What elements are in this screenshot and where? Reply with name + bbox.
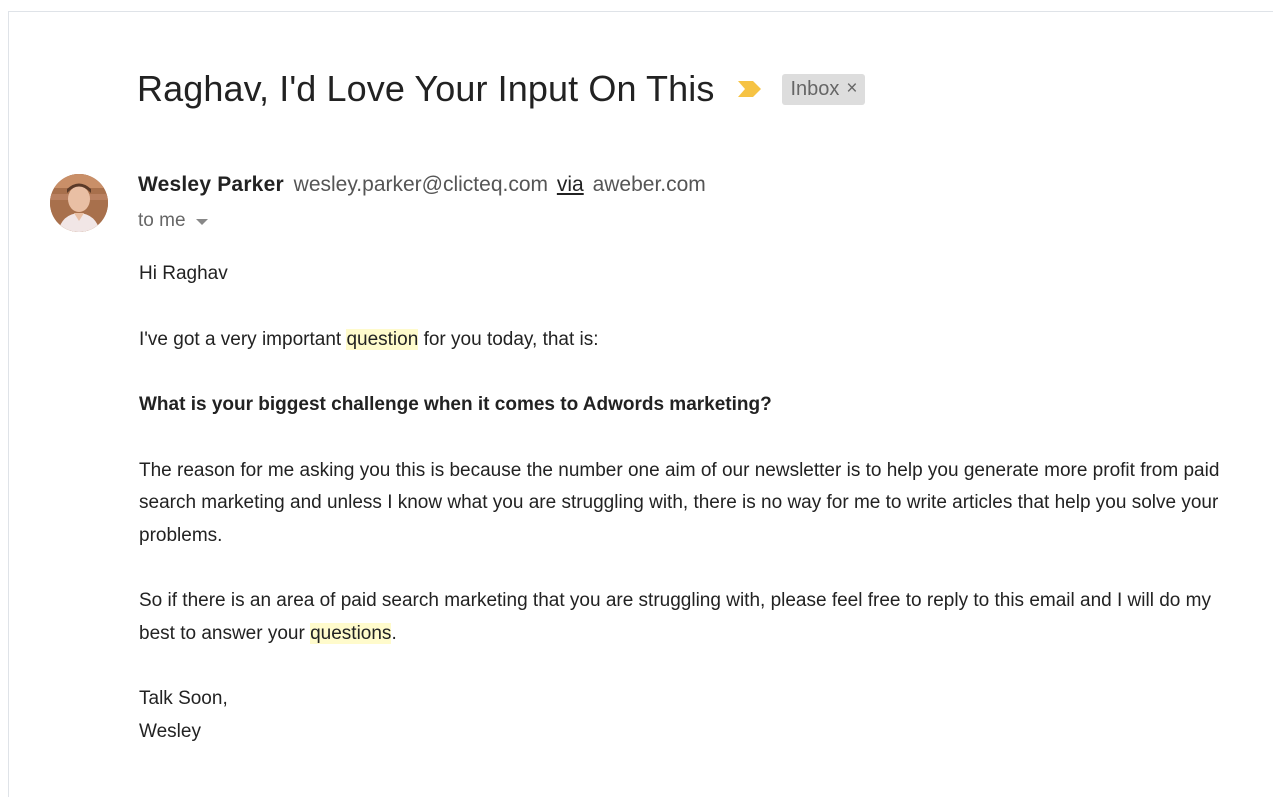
remove-label-icon[interactable]: ×: [846, 77, 857, 101]
email-subject: Raghav, I'd Love Your Input On This: [137, 68, 715, 109]
p1-text-after: for you today, that is:: [418, 328, 599, 350]
importance-marker-icon[interactable]: [736, 78, 764, 100]
email-body: Hi Raghav I've got a very important ques…: [139, 258, 1249, 781]
body-paragraph-1: I've got a very important question for y…: [139, 324, 1249, 357]
recipient-label: to me: [138, 210, 186, 231]
body-paragraph-4: So if there is an area of paid search ma…: [139, 585, 1249, 650]
via-link[interactable]: via: [557, 173, 584, 196]
p4-text-after: .: [391, 622, 397, 644]
body-paragraph-3: The reason for me asking you this is bec…: [139, 459, 1220, 546]
sender-line: Wesley Parker wesley.parker@clicteq.com …: [138, 173, 706, 197]
highlighted-term: question: [346, 328, 419, 350]
p1-text-before: I've got a very important: [139, 328, 347, 350]
recipient-line[interactable]: to me: [138, 210, 208, 232]
signoff: Talk Soon,: [139, 688, 228, 709]
signature: Wesley: [139, 720, 201, 742]
inbox-label-text: Inbox: [790, 77, 840, 100]
subject-row: Raghav, I'd Love Your Input On This Inbo…: [137, 68, 866, 110]
sender-avatar[interactable]: [50, 174, 108, 232]
body-question: What is your biggest challenge when it c…: [139, 394, 772, 415]
inbox-label-chip: Inbox ×: [782, 73, 866, 105]
via-domain: aweber.com: [592, 173, 706, 196]
chevron-down-icon[interactable]: [195, 219, 208, 225]
p4-text-before: So if there is an area of paid search ma…: [139, 590, 1211, 644]
greeting: Hi Raghav: [139, 263, 228, 284]
highlighted-term: questions: [310, 622, 392, 644]
sender-name[interactable]: Wesley Parker: [138, 173, 284, 196]
sender-email: wesley.parker@clicteq.com: [293, 173, 549, 196]
